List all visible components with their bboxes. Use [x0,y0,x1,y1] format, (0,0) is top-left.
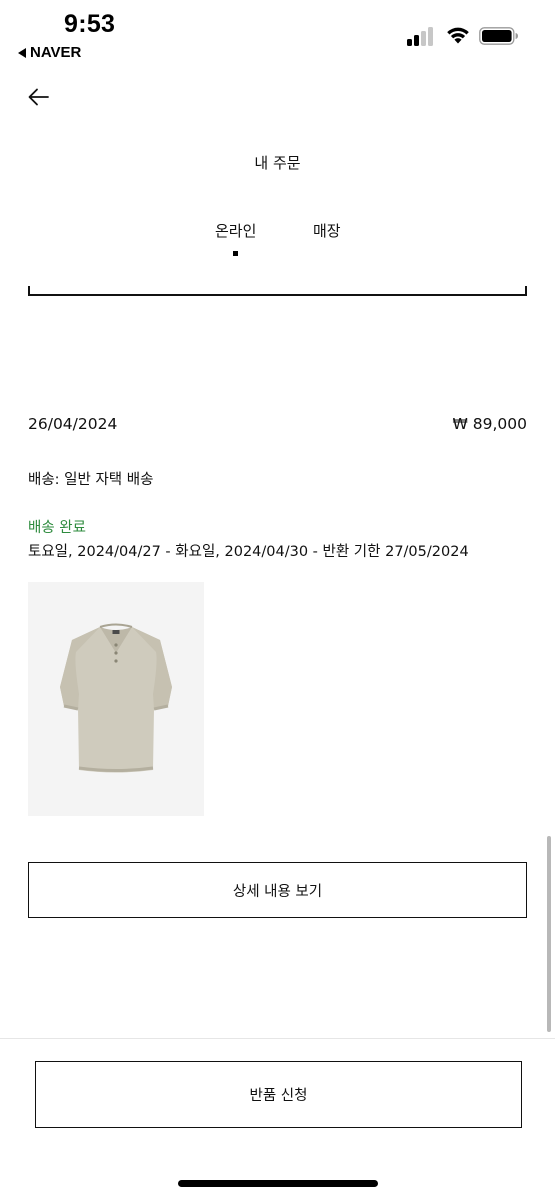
arrow-left-icon[interactable] [26,84,52,110]
tab-store[interactable]: 매장 [313,220,341,241]
shipping-method: 배송: 일반 자택 배송 [28,472,154,488]
polo-shirt-image [28,582,204,816]
product-image[interactable] [28,582,204,816]
back-to-app-label: NAVER [30,44,82,61]
return-request-button[interactable]: 반품 신청 [35,1061,522,1128]
order-date: 26/04/2024 [28,415,118,433]
tab-online[interactable]: 온라인 [215,220,256,241]
view-details-button[interactable]: 상세 내용 보기 [28,862,527,918]
back-triangle-icon [18,47,26,58]
tab-selected-indicator [233,251,238,256]
order-price: ₩ 89,000 [452,415,528,433]
home-indicator[interactable] [178,1180,378,1187]
wifi-icon [447,27,469,44]
delivery-dates: 토요일, 2024/04/27 - 화요일, 2024/04/30 - 반환 기… [28,544,469,560]
delivery-status: 배송 완료 [28,520,86,536]
scrollbar[interactable] [547,836,551,1032]
status-time: 9:53 [64,10,116,38]
section-divider [28,286,527,296]
page-title: 내 주문 [254,154,301,172]
cellular-signal-icon [407,26,435,46]
battery-icon [479,27,518,45]
status-bar: 9:53 NAVER [0,0,555,70]
order-tabs: 온라인 매장 [0,220,555,264]
back-to-app-link[interactable]: NAVER [18,44,81,61]
